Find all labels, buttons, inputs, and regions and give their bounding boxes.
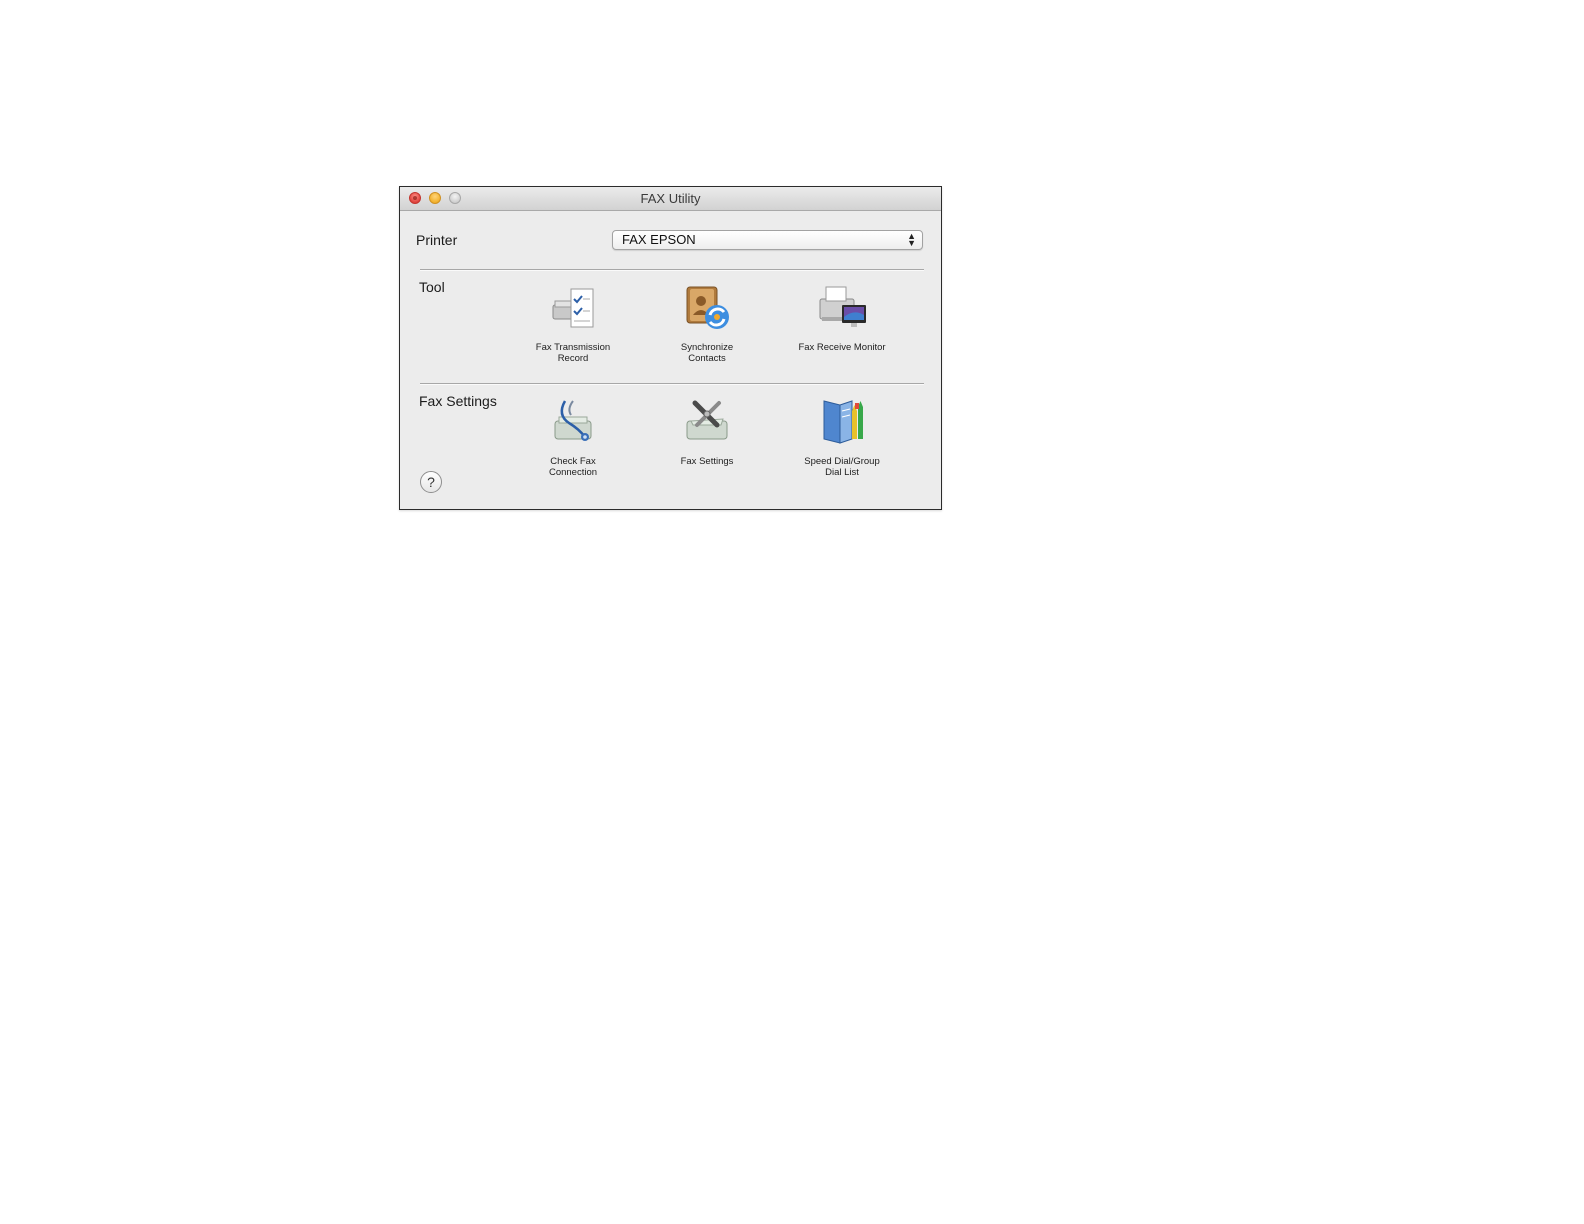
- fax-receive-monitor-icon: [819, 286, 866, 327]
- fax-utility-window: FAX Utility Printer FAX EPSON ▲ ▼ Tool Fa…: [399, 186, 942, 510]
- section-divider-settings: [420, 383, 924, 385]
- printer-label: Printer: [416, 232, 458, 248]
- window-title: FAX Utility: [640, 191, 701, 206]
- check-fax-connection-button[interactable]: Check Fax Connection: [518, 393, 628, 478]
- check-fax-connection-icon: [554, 400, 592, 441]
- select-arrows-icon: ▲ ▼: [907, 231, 916, 248]
- fax-transmission-record-label: Fax Transmission Record: [535, 342, 611, 364]
- help-icon: ?: [427, 474, 435, 490]
- fax-settings-label: Fax Settings: [680, 456, 734, 467]
- synchronize-contacts-icon: [686, 286, 729, 329]
- fax-transmission-record-icon: [552, 288, 594, 328]
- title-bar[interactable]: FAX Utility: [400, 187, 941, 211]
- synchronize-contacts-button[interactable]: Synchronize Contacts: [652, 279, 762, 364]
- speed-dial-list-icon: [823, 400, 863, 444]
- synchronize-contacts-label: Synchronize Contacts: [680, 342, 734, 364]
- fax-settings-section-label: Fax Settings: [419, 393, 497, 409]
- fax-receive-monitor-button[interactable]: Fax Receive Monitor: [787, 279, 897, 353]
- fax-settings-button[interactable]: Fax Settings: [652, 393, 762, 467]
- fax-receive-monitor-label: Fax Receive Monitor: [798, 342, 886, 353]
- section-divider-tool: [420, 269, 924, 271]
- check-fax-connection-label: Check Fax Connection: [548, 456, 598, 478]
- speed-dial-list-button[interactable]: Speed Dial/Group Dial List: [787, 393, 897, 478]
- help-button[interactable]: ?: [420, 471, 442, 493]
- printer-select[interactable]: FAX EPSON ▲ ▼: [612, 230, 923, 250]
- fax-settings-icon: [686, 400, 728, 440]
- fax-transmission-record-button[interactable]: Fax Transmission Record: [518, 279, 628, 364]
- printer-select-value: FAX EPSON: [622, 232, 696, 247]
- tool-section-label: Tool: [419, 279, 445, 295]
- speed-dial-list-label: Speed Dial/Group Dial List: [804, 456, 880, 478]
